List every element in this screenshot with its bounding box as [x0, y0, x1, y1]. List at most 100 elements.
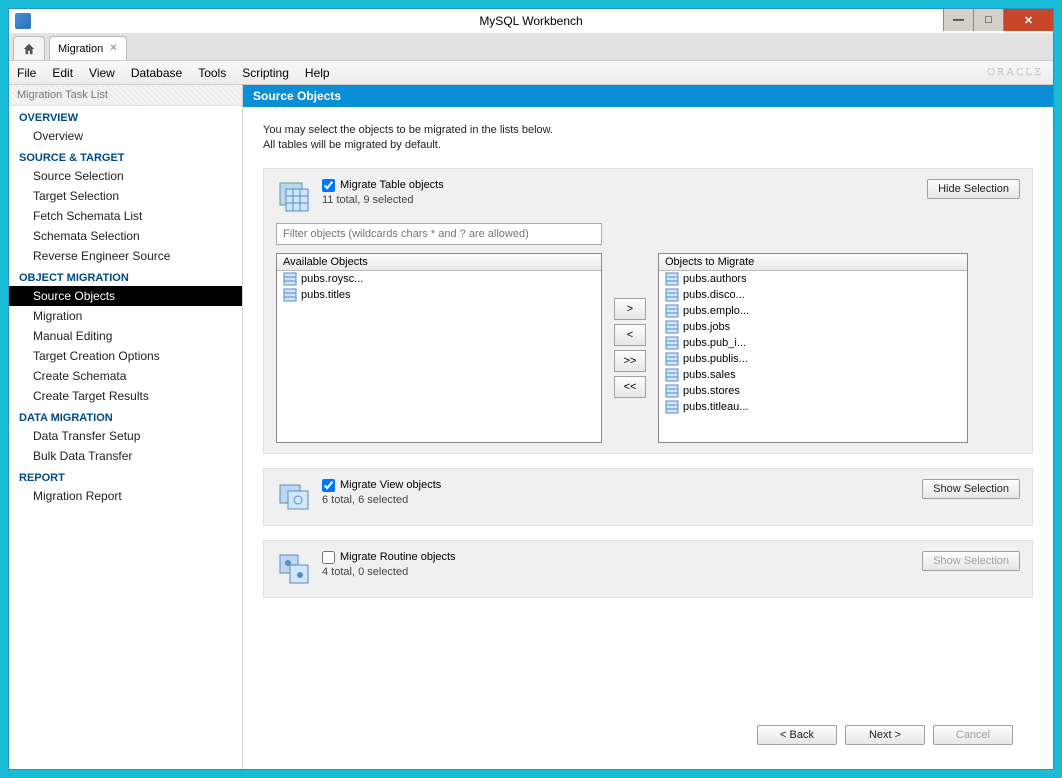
- list-item[interactable]: pubs.authors: [659, 271, 967, 287]
- move-right-button[interactable]: >: [614, 298, 646, 320]
- main-body: You may select the objects to be migrate…: [243, 107, 1053, 769]
- available-body: pubs.roysc... pubs.titles: [277, 271, 601, 442]
- sidebar-title: Migration Task List: [9, 85, 242, 106]
- move-all-left-button[interactable]: <<: [614, 376, 646, 398]
- sidebar: Migration Task List OVERVIEW Overview SO…: [9, 85, 243, 769]
- list-item[interactable]: pubs.roysc...: [277, 271, 601, 287]
- home-tab[interactable]: [13, 36, 45, 60]
- titlebar: MySQL Workbench — □ ✕: [9, 9, 1053, 33]
- migrate-listbox[interactable]: Objects to Migrate pubs.authors pubs.dis…: [658, 253, 968, 443]
- list-item[interactable]: pubs.emplo...: [659, 303, 967, 319]
- sidebar-item-target-selection[interactable]: Target Selection: [9, 186, 242, 206]
- views-checkbox-row[interactable]: Migrate View objects: [322, 479, 441, 492]
- table-icon: [665, 384, 679, 398]
- intro-line1: You may select the objects to be migrate…: [263, 123, 1033, 138]
- list-item[interactable]: pubs.jobs: [659, 319, 967, 335]
- move-all-right-button[interactable]: >>: [614, 350, 646, 372]
- routines-toggle-button[interactable]: Show Selection: [922, 551, 1020, 571]
- close-button[interactable]: ✕: [1003, 9, 1053, 31]
- tables-icon: [276, 179, 312, 215]
- tab-migration[interactable]: Migration ✕: [49, 36, 127, 60]
- list-item[interactable]: pubs.pub_i...: [659, 335, 967, 351]
- window-frame: MySQL Workbench — □ ✕ Migration ✕ File E…: [8, 8, 1054, 770]
- tables-summary: 11 total, 9 selected: [322, 194, 444, 206]
- menu-tools[interactable]: Tools: [198, 66, 226, 80]
- filter-input[interactable]: [276, 223, 602, 245]
- sidebar-item-manual-editing[interactable]: Manual Editing: [9, 326, 242, 346]
- tables-label: Migrate Table objects: [340, 179, 444, 191]
- list-item[interactable]: pubs.stores: [659, 383, 967, 399]
- routines-panel: Migrate Routine objects 4 total, 0 selec…: [263, 540, 1033, 598]
- move-left-button[interactable]: <: [614, 324, 646, 346]
- section-overview: OVERVIEW: [9, 106, 242, 126]
- sidebar-item-schemata-selection[interactable]: Schemata Selection: [9, 226, 242, 246]
- migrate-body: pubs.authors pubs.disco... pubs.emplo...…: [659, 271, 967, 442]
- views-checkbox[interactable]: [322, 479, 335, 492]
- arrow-column: > < >> <<: [614, 253, 646, 443]
- views-panel: Migrate View objects 6 total, 6 selected…: [263, 468, 1033, 526]
- footer-buttons: < Back Next > Cancel: [263, 715, 1033, 759]
- main-header: Source Objects: [243, 85, 1053, 107]
- routines-icon: [276, 551, 312, 587]
- home-icon: [22, 42, 36, 56]
- tables-checkbox-row[interactable]: Migrate Table objects: [322, 179, 444, 192]
- app-icon: [15, 13, 31, 29]
- menu-edit[interactable]: Edit: [52, 66, 73, 80]
- section-source-target: SOURCE & TARGET: [9, 146, 242, 166]
- menu-view[interactable]: View: [89, 66, 115, 80]
- minimize-button[interactable]: —: [943, 9, 973, 31]
- window-controls: — □ ✕: [943, 9, 1053, 31]
- views-label: Migrate View objects: [340, 479, 441, 491]
- available-listbox[interactable]: Available Objects pubs.roysc... pubs.tit…: [276, 253, 602, 443]
- tables-toggle-button[interactable]: Hide Selection: [927, 179, 1020, 199]
- sidebar-item-fetch-schemata[interactable]: Fetch Schemata List: [9, 206, 242, 226]
- intro-line2: All tables will be migrated by default.: [263, 138, 1033, 153]
- routines-label: Migrate Routine objects: [340, 551, 456, 563]
- list-item[interactable]: pubs.titles: [277, 287, 601, 303]
- tables-checkbox[interactable]: [322, 179, 335, 192]
- list-item[interactable]: pubs.disco...: [659, 287, 967, 303]
- menu-help[interactable]: Help: [305, 66, 330, 80]
- sidebar-item-create-schemata[interactable]: Create Schemata: [9, 366, 242, 386]
- sidebar-item-overview[interactable]: Overview: [9, 126, 242, 146]
- menu-file[interactable]: File: [17, 66, 36, 80]
- sidebar-item-migration[interactable]: Migration: [9, 306, 242, 326]
- table-icon: [665, 400, 679, 414]
- section-data-migration: DATA MIGRATION: [9, 406, 242, 426]
- table-icon: [665, 336, 679, 350]
- views-toggle-button[interactable]: Show Selection: [922, 479, 1020, 499]
- sidebar-item-reverse-engineer[interactable]: Reverse Engineer Source: [9, 246, 242, 266]
- views-icon: [276, 479, 312, 515]
- table-icon: [283, 288, 297, 302]
- tab-close-icon[interactable]: ✕: [109, 43, 117, 54]
- sidebar-item-target-creation[interactable]: Target Creation Options: [9, 346, 242, 366]
- table-icon: [665, 368, 679, 382]
- sidebar-item-bulk-data-transfer[interactable]: Bulk Data Transfer: [9, 446, 242, 466]
- menu-scripting[interactable]: Scripting: [242, 66, 289, 80]
- list-item[interactable]: pubs.publis...: [659, 351, 967, 367]
- list-item[interactable]: pubs.sales: [659, 367, 967, 383]
- routines-checkbox[interactable]: [322, 551, 335, 564]
- section-report: REPORT: [9, 466, 242, 486]
- routines-summary: 4 total, 0 selected: [322, 566, 456, 578]
- next-button[interactable]: Next >: [845, 725, 925, 745]
- main: Source Objects You may select the object…: [243, 85, 1053, 769]
- menubar: File Edit View Database Tools Scripting …: [9, 61, 1053, 85]
- routines-checkbox-row[interactable]: Migrate Routine objects: [322, 551, 456, 564]
- maximize-button[interactable]: □: [973, 9, 1003, 31]
- sidebar-item-source-selection[interactable]: Source Selection: [9, 166, 242, 186]
- sidebar-item-migration-report[interactable]: Migration Report: [9, 486, 242, 506]
- back-button[interactable]: < Back: [757, 725, 837, 745]
- table-icon: [283, 272, 297, 286]
- available-header: Available Objects: [277, 254, 601, 271]
- window-title: MySQL Workbench: [9, 14, 1053, 28]
- sidebar-item-source-objects[interactable]: Source Objects: [9, 286, 242, 306]
- table-icon: [665, 272, 679, 286]
- list-item[interactable]: pubs.titleau...: [659, 399, 967, 415]
- tab-label: Migration: [58, 43, 103, 55]
- sidebar-item-data-transfer-setup[interactable]: Data Transfer Setup: [9, 426, 242, 446]
- tables-panel: Migrate Table objects 11 total, 9 select…: [263, 168, 1033, 454]
- sidebar-item-create-target-results[interactable]: Create Target Results: [9, 386, 242, 406]
- cancel-button[interactable]: Cancel: [933, 725, 1013, 745]
- menu-database[interactable]: Database: [131, 66, 182, 80]
